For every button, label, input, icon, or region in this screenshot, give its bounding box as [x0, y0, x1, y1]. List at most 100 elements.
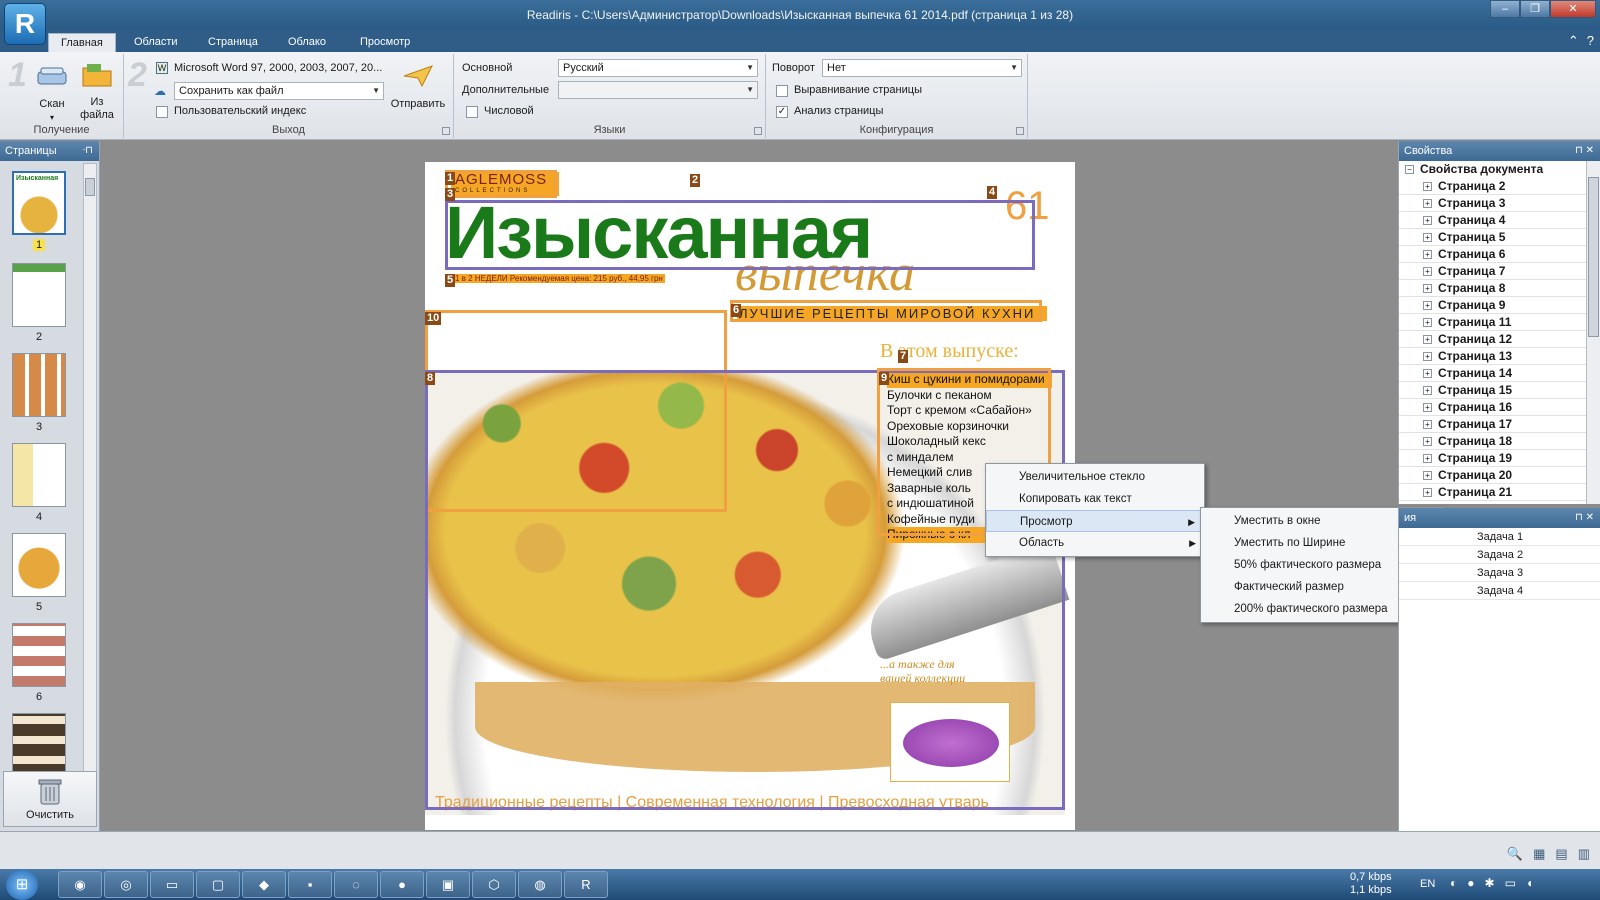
app-icon[interactable]: ⬡	[472, 871, 516, 898]
page-thumbnail[interactable]: 4	[12, 443, 66, 523]
page-thumbnail[interactable]: Изысканная 1	[12, 171, 66, 251]
tree-item-page[interactable]: + Страница 5	[1399, 229, 1600, 246]
expand-icon[interactable]: +	[1423, 233, 1432, 243]
tray-app-icon[interactable]: ✱	[1485, 876, 1495, 890]
tree-item-page[interactable]: + Страница 2	[1399, 178, 1600, 195]
pin-icon[interactable]: ᐧ⊓	[83, 141, 93, 161]
readiris-taskbar-icon[interactable]: R	[564, 871, 608, 898]
fit-page-icon[interactable]: ▦	[1533, 846, 1545, 862]
tree-item-page[interactable]: + Страница 13	[1399, 348, 1600, 365]
expand-icon[interactable]: +	[1423, 454, 1432, 464]
volume-icon[interactable]: ◖	[1526, 876, 1533, 890]
menu-item-view[interactable]: Просмотр ▶	[986, 510, 1204, 532]
chrome-icon[interactable]: ◎	[104, 871, 148, 898]
tree-item-page[interactable]: + Страница 3	[1399, 195, 1600, 212]
language-indicator[interactable]: EN	[1420, 878, 1435, 890]
deskew-checkbox[interactable]	[776, 85, 788, 97]
text-view-icon[interactable]: ▥	[1578, 846, 1590, 862]
expand-icon[interactable]: +	[1423, 437, 1432, 447]
tray-app-icon[interactable]: ◐	[1450, 876, 1457, 890]
page-analysis-checkbox[interactable]: ✓	[776, 106, 788, 118]
tree-item-page[interactable]: + Страница 19	[1399, 450, 1600, 467]
expand-icon[interactable]: +	[1423, 386, 1432, 396]
restore-button[interactable]: ❐	[1520, 0, 1550, 18]
tree-item-page[interactable]: + Страница 15	[1399, 382, 1600, 399]
send-button[interactable]: Отправить	[388, 62, 448, 111]
extra-language-select[interactable]: ▼	[558, 81, 758, 99]
save-mode-select[interactable]: Сохранить как файл ▼	[174, 82, 384, 100]
expand-icon[interactable]: +	[1423, 199, 1432, 209]
tree-item-page[interactable]: + Страница 17	[1399, 416, 1600, 433]
tree-item-page[interactable]: + Страница 12	[1399, 331, 1600, 348]
expand-icon[interactable]: +	[1423, 369, 1432, 379]
expand-icon[interactable]: +	[1423, 352, 1432, 362]
rotate-select[interactable]: Нет ▼	[822, 59, 1022, 77]
start-button[interactable]: ⊞	[6, 870, 38, 900]
ocr-zone[interactable]	[445, 200, 1035, 270]
document-page[interactable]: AGLEMOSS COLLECTIONS Изысканная 61 выпеч…	[425, 162, 1075, 830]
expand-icon[interactable]: +	[1423, 216, 1432, 226]
expand-icon[interactable]: +	[1423, 182, 1432, 192]
expand-icon[interactable]: +	[1423, 471, 1432, 481]
custom-index-checkbox[interactable]	[156, 106, 168, 118]
page-thumbnail[interactable]: 6	[12, 623, 66, 703]
tree-item-page[interactable]: + Страница 9	[1399, 297, 1600, 314]
expand-icon[interactable]: +	[1423, 284, 1432, 294]
zoom-icon[interactable]: 🔍	[1507, 846, 1523, 862]
pin-close-icon[interactable]: ⊓ ✕	[1575, 141, 1594, 161]
menu-item-magnifier[interactable]: Увеличительное стекло	[986, 466, 1204, 488]
app-icon[interactable]: ◍	[518, 871, 562, 898]
tree-item-page[interactable]: + Страница 4	[1399, 212, 1600, 229]
tree-item-page[interactable]: + Страница 16	[1399, 399, 1600, 416]
tab-page[interactable]: Страница	[196, 33, 270, 52]
task-item[interactable]: Задача 1	[1399, 528, 1600, 546]
tab-home[interactable]: Главная	[48, 33, 116, 52]
expand-icon[interactable]: +	[1423, 267, 1432, 277]
ocr-zone[interactable]	[730, 300, 1042, 322]
app-icon[interactable]: ▣	[426, 871, 470, 898]
pin-close-icon[interactable]: ⊓ ✕	[1575, 508, 1594, 528]
page-thumbnail[interactable]	[12, 713, 66, 777]
expand-icon[interactable]: +	[1423, 420, 1432, 430]
tree-item-page[interactable]: + Страница 20	[1399, 467, 1600, 484]
app-icon[interactable]: ◆	[242, 871, 286, 898]
from-file-button[interactable]: Из файла	[74, 60, 120, 122]
app-icon[interactable]: ●	[380, 871, 424, 898]
app-icon[interactable]: ◌	[334, 871, 378, 898]
expand-icon[interactable]: +	[1423, 335, 1432, 345]
menu-item-zone[interactable]: Область ▶	[986, 532, 1204, 554]
task-item[interactable]: Задача 2	[1399, 546, 1600, 564]
expand-icon[interactable]: +	[1423, 301, 1432, 311]
scan-button[interactable]: Скан ▾	[30, 62, 74, 124]
app-icon[interactable]: ▢	[196, 871, 240, 898]
tree-item-page[interactable]: + Страница 21	[1399, 484, 1600, 501]
task-item[interactable]: Задача 4	[1399, 582, 1600, 600]
pages-scrollbar[interactable]	[83, 163, 97, 773]
numeric-checkbox[interactable]	[466, 106, 478, 118]
clear-button[interactable]: Очистить	[3, 771, 97, 827]
page-thumbnail[interactable]: 2	[12, 263, 66, 343]
languages-dialog-launcher[interactable]	[754, 127, 762, 135]
network-icon[interactable]: ▭	[1505, 876, 1516, 890]
tree-item-page[interactable]: + Страница 14	[1399, 365, 1600, 382]
help-icon[interactable]: ?	[1587, 33, 1594, 49]
minimize-button[interactable]: –	[1490, 0, 1520, 18]
app-logo-icon[interactable]: R	[4, 3, 46, 45]
configuration-dialog-launcher[interactable]	[1016, 127, 1024, 135]
app-icon[interactable]: ▪	[288, 871, 332, 898]
close-button[interactable]: ✕	[1550, 0, 1596, 18]
expand-icon[interactable]: +	[1423, 250, 1432, 260]
menu-item-copy-as-text[interactable]: Копировать как текст	[986, 488, 1204, 510]
properties-scrollbar[interactable]	[1586, 161, 1600, 504]
expand-icon[interactable]: +	[1423, 403, 1432, 413]
tree-item-page[interactable]: + Страница 8	[1399, 280, 1600, 297]
collapse-icon[interactable]: −	[1405, 165, 1414, 175]
output-format[interactable]: Microsoft Word 97, 2000, 2003, 2007, 20.…	[174, 62, 382, 74]
expand-icon[interactable]: +	[1423, 488, 1432, 498]
tree-item-page[interactable]: + Страница 7	[1399, 263, 1600, 280]
output-dialog-launcher[interactable]	[442, 127, 450, 135]
tree-item-page[interactable]: + Страница 11	[1399, 314, 1600, 331]
ribbon-collapse-icon[interactable]: ⌃	[1568, 33, 1579, 49]
explorer-icon[interactable]: ▭	[150, 871, 194, 898]
tree-root-document-properties[interactable]: − Свойства документа	[1399, 161, 1600, 178]
